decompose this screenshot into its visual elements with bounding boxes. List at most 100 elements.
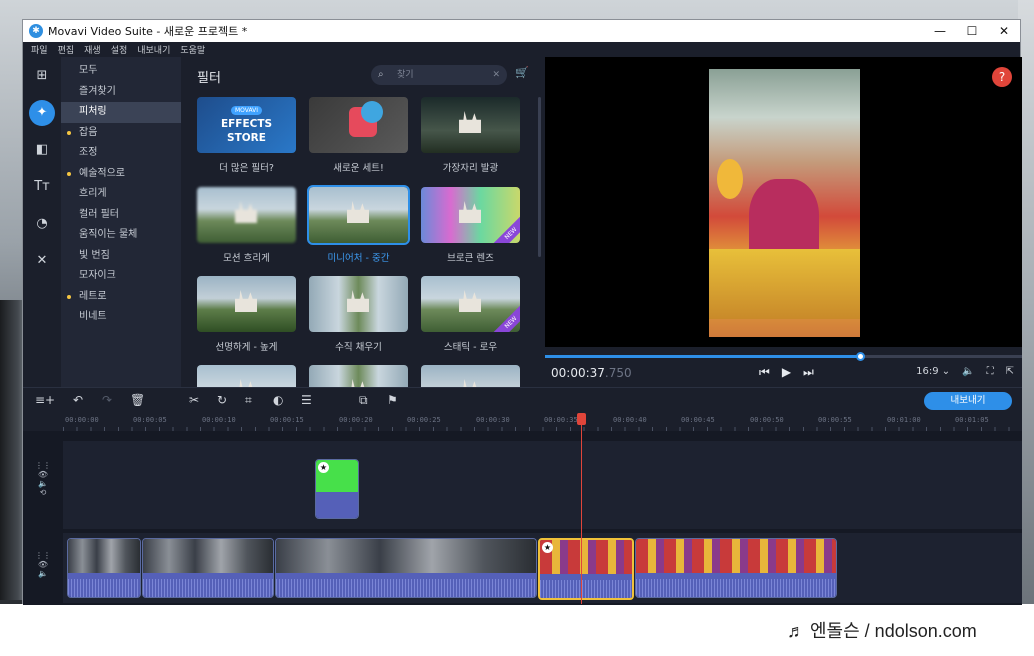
category-item[interactable]: 흐리게 bbox=[61, 184, 181, 205]
minimize-button[interactable]: — bbox=[924, 24, 956, 38]
overlay-clip-audio bbox=[316, 492, 358, 518]
filter-tile[interactable]: 모션 흐리게 bbox=[197, 187, 296, 264]
filter-thumbnail bbox=[421, 97, 520, 153]
crop-icon[interactable]: ⌗ bbox=[245, 393, 252, 408]
filter-tile[interactable]: 가장자리 발광 bbox=[421, 97, 520, 174]
main-track-header: ⋮⋮ 👁 🔈 bbox=[23, 551, 63, 578]
menu-help[interactable]: 도움말 bbox=[180, 43, 205, 56]
category-item[interactable]: 즐겨찾기 bbox=[61, 82, 181, 103]
aspect-ratio-select[interactable]: 16:9 ⌄ bbox=[916, 366, 950, 377]
category-item[interactable]: 잡음 bbox=[61, 123, 181, 144]
search-placeholder: 찾기 bbox=[397, 70, 414, 80]
filter-tile[interactable] bbox=[421, 365, 520, 387]
add-track-icon[interactable]: ≡+ bbox=[35, 393, 55, 407]
progress-knob[interactable] bbox=[855, 352, 865, 361]
filter-thumbnail bbox=[197, 276, 296, 332]
drag-handle-icon[interactable]: ⋮⋮ bbox=[23, 461, 63, 470]
mute-icon[interactable]: 🔈 bbox=[23, 479, 63, 488]
filter-tile[interactable]: 선명하게 - 높게 bbox=[197, 276, 296, 353]
filters-icon[interactable]: ✦ bbox=[29, 100, 55, 126]
video-clip[interactable] bbox=[635, 538, 837, 598]
export-button[interactable]: 내보내기 bbox=[924, 392, 1012, 410]
filters-panel: 필터 ⌕ 찾기 ✕ 🛒 MOVAVI EFFECTS STORE 더 많은 필터… bbox=[181, 57, 545, 387]
ruler-tick: 00:00:15 bbox=[270, 416, 304, 424]
ruler-tick: 00:00:05 bbox=[133, 416, 167, 424]
timecode-main: 00:00:37 bbox=[551, 366, 605, 380]
titles-icon[interactable]: Tт bbox=[29, 174, 55, 200]
import-icon[interactable]: ⊞ bbox=[29, 63, 55, 89]
fullscreen-icon[interactable]: ⛶ bbox=[987, 366, 994, 377]
marker-icon[interactable]: ⚑ bbox=[387, 393, 398, 407]
mute-icon[interactable]: 🔈 bbox=[23, 569, 63, 578]
menu-export[interactable]: 내보내기 bbox=[137, 43, 170, 56]
ruler-tick: 00:00:10 bbox=[202, 416, 236, 424]
category-item[interactable]: 조정 bbox=[61, 143, 181, 164]
progress-fill bbox=[545, 355, 860, 358]
detach-preview-icon[interactable]: ⇱ bbox=[1006, 366, 1014, 377]
color-adjust-icon[interactable]: ◐ bbox=[273, 393, 283, 407]
category-item[interactable]: 레트로 bbox=[61, 287, 181, 308]
video-clip[interactable] bbox=[142, 538, 274, 598]
video-clip[interactable] bbox=[275, 538, 537, 598]
category-item[interactable]: 움직이는 물체 bbox=[61, 225, 181, 246]
menu-file[interactable]: 파일 bbox=[31, 43, 48, 56]
visibility-icon[interactable]: 👁 bbox=[23, 470, 63, 479]
rotate-icon[interactable]: ↻ bbox=[217, 393, 227, 407]
filter-tile-selected[interactable]: 미니어처 - 중간 bbox=[307, 185, 410, 264]
filter-tile[interactable] bbox=[309, 365, 408, 387]
filter-tile[interactable]: MOVAVI EFFECTS STORE 더 많은 필터? bbox=[197, 97, 296, 174]
overlay-track-header: ⋮⋮ 👁 🔈 ⟲ bbox=[23, 461, 63, 497]
help-button[interactable]: ? bbox=[992, 67, 1012, 87]
close-button[interactable]: ✕ bbox=[988, 24, 1020, 38]
overlay-icon[interactable]: ⧉ bbox=[359, 393, 368, 408]
video-preview[interactable]: ? bbox=[545, 57, 1022, 347]
delete-icon[interactable]: 🗑 bbox=[130, 393, 145, 407]
tool-rail: ⊞ ✦ ◧ Tт ◔ ✕ bbox=[23, 57, 61, 387]
link-icon[interactable]: ⟲ bbox=[23, 488, 63, 497]
filter-tile[interactable]: NEW 브로큰 렌즈 bbox=[421, 187, 520, 264]
category-item[interactable]: 컬러 필터 bbox=[61, 205, 181, 226]
visibility-icon[interactable]: 👁 bbox=[23, 560, 63, 569]
drag-handle-icon[interactable]: ⋮⋮ bbox=[23, 551, 63, 560]
filter-tile[interactable]: NEW 스태틱 - 로우 bbox=[421, 276, 520, 353]
filter-tile[interactable]: 새로운 세트! bbox=[309, 97, 408, 174]
stickers-icon[interactable]: ◔ bbox=[29, 211, 55, 237]
clear-icon[interactable]: ✕ bbox=[492, 65, 500, 85]
search-input[interactable]: ⌕ 찾기 ✕ bbox=[371, 65, 507, 85]
video-clip[interactable] bbox=[67, 538, 141, 598]
undo-icon[interactable]: ↶ bbox=[73, 393, 83, 407]
overlay-clip[interactable]: ★ bbox=[315, 459, 359, 519]
play-icon[interactable]: ▶ bbox=[782, 365, 791, 380]
category-item[interactable]: 빛 번짐 bbox=[61, 246, 181, 267]
category-item[interactable]: 비네트 bbox=[61, 307, 181, 328]
menu-playback[interactable]: 재생 bbox=[84, 43, 101, 56]
category-item[interactable]: 모두 bbox=[61, 61, 181, 82]
category-item-active[interactable]: 피처링 bbox=[61, 102, 181, 123]
preview-options: 16:9 ⌄ 🔈 ⛶ ⇱ bbox=[916, 366, 1014, 377]
maximize-button[interactable]: ☐ bbox=[956, 24, 988, 38]
menu-edit[interactable]: 편집 bbox=[58, 43, 75, 56]
main-video-track[interactable]: ★ bbox=[63, 533, 1022, 603]
app-window: ✱ Movavi Video Suite - 새로운 프로젝트 * — ☐ ✕ … bbox=[22, 19, 1022, 605]
preview-progress-bar[interactable] bbox=[545, 352, 1022, 361]
previous-frame-icon[interactable]: ⏮ bbox=[759, 365, 770, 380]
cut-icon[interactable]: ✂ bbox=[189, 393, 199, 407]
next-frame-icon[interactable]: ⏭ bbox=[803, 365, 814, 380]
category-item[interactable]: 모자이크 bbox=[61, 266, 181, 287]
transitions-icon[interactable]: ◧ bbox=[29, 137, 55, 163]
volume-icon[interactable]: 🔈 bbox=[962, 366, 974, 377]
menu-settings[interactable]: 설정 bbox=[111, 43, 128, 56]
playhead-line[interactable] bbox=[581, 413, 582, 604]
redo-icon[interactable]: ↷ bbox=[102, 393, 112, 407]
scrollbar[interactable] bbox=[538, 97, 541, 257]
cart-icon[interactable]: 🛒 bbox=[515, 66, 529, 79]
filter-label: 선명하게 - 높게 bbox=[215, 342, 278, 353]
overlay-track[interactable]: ★ bbox=[63, 441, 1022, 529]
filter-tile[interactable] bbox=[197, 365, 296, 387]
category-item[interactable]: 예술적으로 bbox=[61, 164, 181, 185]
tools-icon[interactable]: ✕ bbox=[29, 248, 55, 274]
timeline-ruler[interactable]: 00:00:00 00:00:05 00:00:10 00:00:15 00:0… bbox=[23, 413, 1022, 431]
video-clip-selected[interactable]: ★ bbox=[538, 538, 634, 600]
clip-properties-icon[interactable]: ☰ bbox=[301, 393, 312, 407]
filter-tile[interactable]: 수직 채우기 bbox=[309, 276, 408, 353]
